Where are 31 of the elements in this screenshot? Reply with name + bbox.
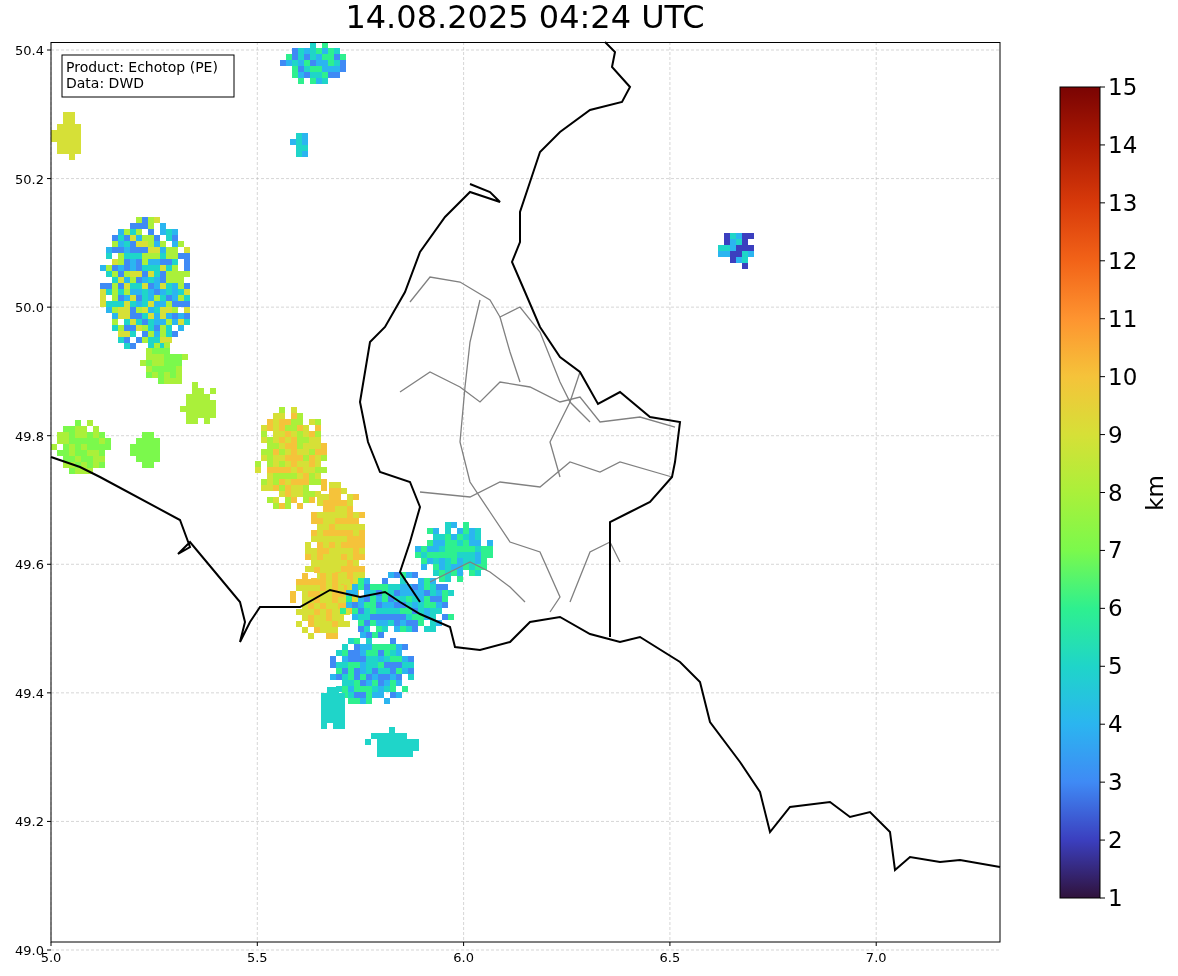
y-axis-tick-label: 50.4 — [15, 43, 44, 58]
district-boundary-line — [569, 541, 621, 603]
colorbar-tick-label: 5 — [1108, 653, 1123, 680]
x-axis-tick-label: 5.5 — [246, 950, 268, 965]
x-axis-tick-label: 6.0 — [453, 950, 474, 965]
colorbar-tick-label: 14 — [1108, 131, 1138, 158]
y-axis-tick-label: 49.4 — [15, 685, 44, 701]
y-axis-tick-label: 50.0 — [15, 300, 44, 316]
colorbar-tick-label: 13 — [1108, 189, 1138, 216]
colorbar-tick-label: 10 — [1108, 363, 1138, 390]
colorbar-tick-label: 6 — [1108, 595, 1123, 622]
x-axis-tick-label: 7.0 — [865, 950, 887, 965]
colorbar-tick-label: 9 — [1108, 421, 1123, 448]
colorbar-tick-label: 2 — [1108, 827, 1123, 854]
legend-text: Data: DWD — [66, 75, 144, 91]
colorbar-tick-label: 12 — [1108, 247, 1138, 274]
y-axis-tick-label: 50.2 — [15, 171, 44, 187]
x-axis-tick-label: 6.5 — [659, 950, 681, 965]
map-title: 14.08.2025 04:24 UTC — [344, 1, 705, 33]
colorbar-tick-label: 8 — [1108, 479, 1123, 506]
colorbar-tick-label: 15 — [1108, 74, 1138, 100]
colorbar-tick-label: 1 — [1108, 885, 1123, 911]
y-axis-tick-label: 49.6 — [15, 557, 44, 573]
colorbar-label: km — [1142, 475, 1168, 511]
legend-text: Product: Echotop (PE) — [66, 59, 218, 75]
colorbar-tick-label: 7 — [1108, 537, 1123, 564]
colorbar-tick-label: 4 — [1108, 711, 1123, 738]
colorbar-tick-label: 3 — [1108, 769, 1123, 796]
y-axis-tick-label: 49.2 — [15, 814, 44, 830]
y-axis-tick-label: 49.8 — [15, 428, 44, 444]
colorbar-tick-label: 11 — [1108, 305, 1138, 332]
